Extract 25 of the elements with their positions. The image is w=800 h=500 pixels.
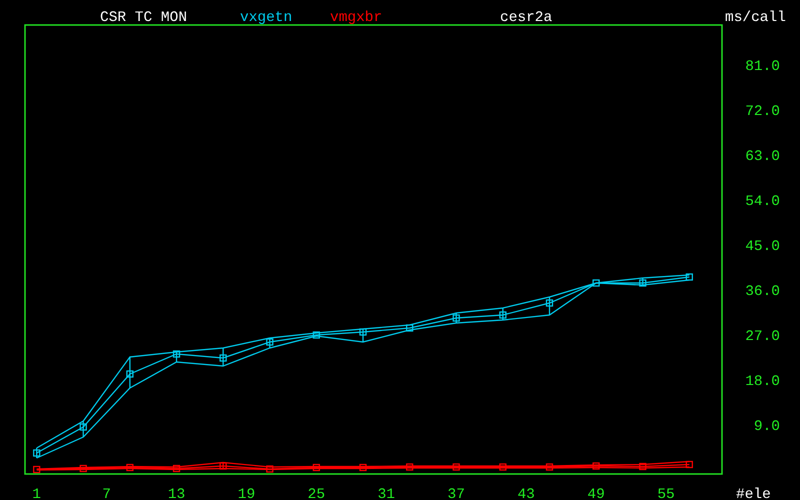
x-tick-label: 31	[378, 487, 396, 500]
x-tick-label: 13	[168, 487, 186, 500]
x-tick-label: 37	[448, 487, 465, 500]
y-axis-label: ms/call	[725, 10, 786, 26]
legend-label: vxgetn	[240, 10, 292, 26]
y-tick-label: 27.0	[745, 329, 780, 345]
y-tick-label: 54.0	[745, 194, 780, 210]
y-tick-label: 9.0	[754, 419, 780, 435]
y-tick-label: 45.0	[745, 239, 780, 255]
x-axis-label: #ele	[736, 487, 771, 500]
chart-title: CSR TC MON	[100, 10, 188, 26]
y-tick-label: 36.0	[745, 284, 780, 300]
x-tick-label: 25	[308, 487, 326, 500]
x-tick-label: 1	[32, 487, 41, 500]
x-tick-label: 49	[587, 487, 605, 500]
legend-label: vmgxbr	[330, 10, 382, 26]
y-tick-label: 81.0	[745, 59, 780, 75]
x-tick-label: 19	[238, 487, 256, 500]
y-tick-label: 72.0	[745, 104, 780, 120]
x-tick-label: 43	[517, 487, 535, 500]
x-tick-label: 7	[102, 487, 111, 500]
host-name: cesr2a	[500, 10, 552, 26]
y-tick-label: 63.0	[745, 149, 780, 165]
x-tick-label: 55	[657, 487, 675, 500]
y-tick-label: 18.0	[745, 374, 780, 390]
